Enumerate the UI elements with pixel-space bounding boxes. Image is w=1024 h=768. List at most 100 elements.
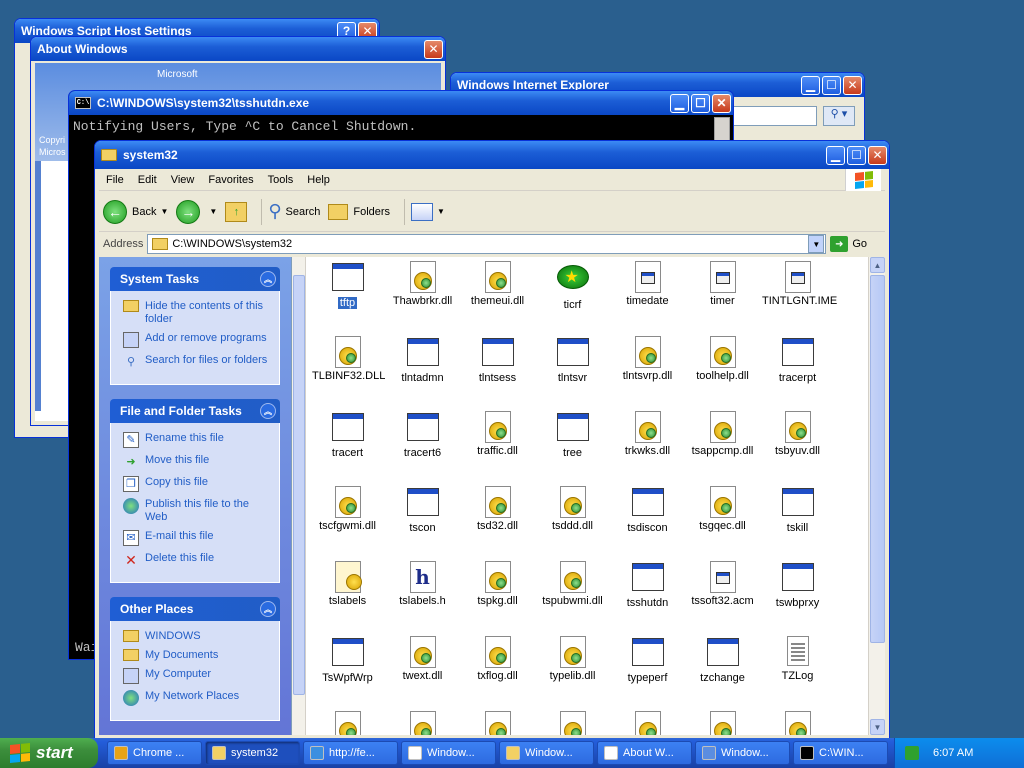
close-button[interactable]: ✕ [424,39,443,59]
file-item[interactable]: tsgqec.dll [685,486,760,532]
close-button[interactable]: ✕ [843,75,862,95]
up-button[interactable]: ↑ [225,201,248,222]
file-item[interactable]: tssoft32.acm [685,561,760,607]
forward-button[interactable]: → ▼ [176,199,217,224]
place-my-documents[interactable]: My Documents [123,649,271,662]
file-item[interactable]: h tslabels.h [385,561,460,607]
back-button[interactable]: ← Back ▼ [103,199,168,224]
taskbar-button[interactable]: Window... [695,741,790,765]
file-item[interactable]: twext.dll [385,636,460,682]
file-item[interactable]: tsd32.dll [460,486,535,532]
file-item[interactable]: tswbprxy [760,561,835,609]
file-item[interactable] [385,711,460,735]
system-tasks-header[interactable]: System Tasks ︽ [110,267,280,291]
file-item[interactable] [610,711,685,735]
console-titlebar[interactable]: C:\ C:\WINDOWS\system32\tsshutdn.exe ▁ ☐… [69,91,733,115]
close-button[interactable]: ✕ [868,145,887,165]
ie-search-input[interactable] [731,106,817,126]
file-item[interactable]: tracert6 [385,411,460,459]
menu-tools[interactable]: Tools [261,174,301,186]
file-item[interactable]: tlntsvrp.dll [610,336,685,382]
ie-search-icon[interactable]: ⚲ ▾ [823,106,855,126]
file-item[interactable]: trkwks.dll [610,411,685,457]
clock[interactable]: 6:07 AM [933,747,973,759]
place-my-computer[interactable]: My Computer [123,668,271,684]
go-button[interactable]: ➜ Go [830,236,867,252]
other-places-header[interactable]: Other Places ︽ [110,597,280,621]
file-item[interactable]: tracerpt [760,336,835,384]
taskbar-button[interactable]: Window... [499,741,594,765]
file-item[interactable]: tree [535,411,610,459]
folders-button[interactable]: Folders [328,203,390,220]
views-button[interactable]: ▼ [411,202,445,221]
scroll-thumb[interactable] [870,275,885,643]
minimize-button[interactable]: ▁ [670,93,689,113]
file-item[interactable] [460,711,535,735]
file-item[interactable]: Thawbrkr.dll [385,261,460,307]
menu-help[interactable]: Help [300,174,337,186]
collapse-icon[interactable]: ︽ [260,271,276,287]
task-move[interactable]: ➜ Move this file [123,454,271,470]
file-item[interactable]: typelib.dll [535,636,610,682]
file-item[interactable]: tslabels [310,561,385,607]
explorer-window[interactable]: system32 ▁ ☐ ✕ File Edit View Favorites … [94,140,890,740]
maximize-button[interactable]: ☐ [691,93,710,113]
file-item[interactable]: tlntadmn [385,336,460,384]
taskbar-button[interactable]: Chrome ... [107,741,202,765]
file-item[interactable]: tzchange [685,636,760,684]
file-item[interactable]: tsbyuv.dll [760,411,835,457]
file-item[interactable]: themeui.dll [460,261,535,307]
file-tasks-header[interactable]: File and Folder Tasks ︽ [110,399,280,423]
about-titlebar[interactable]: About Windows ✕ [31,37,445,61]
menu-view[interactable]: View [164,174,202,186]
place-windows[interactable]: WINDOWS [123,630,271,643]
taskbar-button[interactable]: C:\WIN... [793,741,888,765]
scroll-up-icon[interactable]: ▲ [870,257,885,273]
file-item[interactable] [685,711,760,735]
search-button[interactable]: ⚲ Search [268,201,320,222]
chevron-down-icon[interactable]: ▼ [160,207,168,216]
menu-edit[interactable]: Edit [131,174,164,186]
file-item[interactable]: tskill [760,486,835,534]
place-network[interactable]: My Network Places [123,690,271,706]
maximize-button[interactable]: ☐ [847,145,866,165]
file-item[interactable]: toolhelp.dll [685,336,760,382]
left-scrollbar[interactable] [292,257,306,735]
file-item[interactable]: TLBINF32.DLL [310,336,385,382]
file-item[interactable]: tscfgwmi.dll [310,486,385,532]
task-email[interactable]: ✉ E-mail this file [123,530,271,546]
menu-favorites[interactable]: Favorites [201,174,260,186]
close-button[interactable]: ✕ [712,93,731,113]
console-scrollbar[interactable] [714,117,730,141]
file-item[interactable]: ticrf [535,261,610,311]
menu-file[interactable]: File [99,174,131,186]
chevron-down-icon[interactable]: ▼ [437,207,445,216]
file-item[interactable]: typeperf [610,636,685,684]
start-button[interactable]: start [0,738,98,768]
address-input[interactable]: C:\WINDOWS\system32 [147,234,827,254]
file-item[interactable]: tsddd.dll [535,486,610,532]
file-item[interactable]: tracert [310,411,385,459]
file-item[interactable]: tlntsess [460,336,535,384]
taskbar-button[interactable]: About W... [597,741,692,765]
file-item[interactable]: tscon [385,486,460,534]
taskbar-button[interactable]: Window... [401,741,496,765]
taskbar-button[interactable]: system32 [205,741,300,765]
chevron-down-icon[interactable]: ▼ [209,207,217,216]
collapse-icon[interactable]: ︽ [260,403,276,419]
file-item[interactable]: tlntsvr [535,336,610,384]
file-item[interactable]: traffic.dll [460,411,535,457]
network-tray-icon[interactable] [905,746,919,760]
file-item[interactable]: tftp [310,261,385,309]
file-item[interactable]: timedate [610,261,685,307]
file-item[interactable]: tsshutdn [610,561,685,609]
file-item[interactable] [535,711,610,735]
address-dropdown-icon[interactable]: ▼ [808,235,825,253]
file-item[interactable]: txflog.dll [460,636,535,682]
file-item[interactable]: tsdiscon [610,486,685,534]
scroll-thumb[interactable] [293,275,305,695]
task-publish[interactable]: Publish this file to the Web [123,498,271,524]
file-item[interactable]: tspubwmi.dll [535,561,610,607]
file-item[interactable]: tspkg.dll [460,561,535,607]
minimize-button[interactable]: ▁ [801,75,820,95]
